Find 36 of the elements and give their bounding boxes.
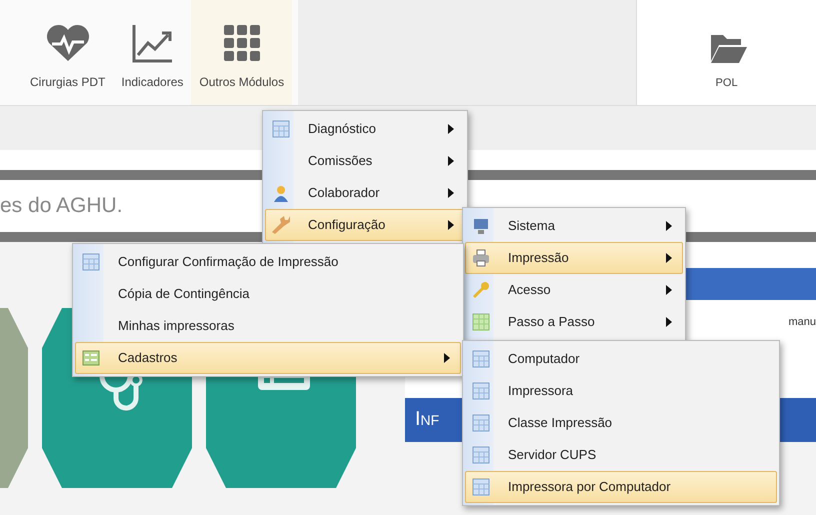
menu-item[interactable]: Impressora por Computador: [465, 471, 777, 503]
toolbar-button[interactable]: Indicadores: [113, 0, 192, 105]
menu-item[interactable]: Cadastros: [75, 342, 461, 374]
printer-icon: [472, 249, 490, 267]
table-icon: [472, 414, 490, 432]
menu-item[interactable]: Comissões: [265, 145, 465, 177]
table-icon: [82, 253, 100, 271]
menu-item[interactable]: Sistema: [465, 210, 683, 242]
notice-text: es do AGHU.: [0, 193, 123, 220]
table-icon: [472, 350, 490, 368]
menu-item[interactable]: Configuração: [265, 209, 465, 241]
table-icon: [272, 120, 290, 138]
table-icon: [472, 446, 490, 464]
menu-item[interactable]: Minhas impressoras: [75, 310, 461, 342]
toolbar-button[interactable]: Outros Módulos: [191, 0, 292, 105]
table-icon: [472, 382, 490, 400]
menu-item[interactable]: Passo a Passo: [465, 306, 683, 338]
menu-item[interactable]: Impressão: [465, 242, 683, 274]
table-icon: [472, 478, 490, 496]
menu-item[interactable]: Diagnóstico: [265, 113, 465, 145]
menu-item[interactable]: Configurar Confirmação de Impressão: [75, 246, 461, 278]
menu-item[interactable]: Classe Impressão: [465, 407, 777, 439]
menu-item[interactable]: Acesso: [465, 274, 683, 306]
wrench-icon: [272, 216, 290, 234]
form-icon: [82, 349, 100, 367]
partial-text: manu: [788, 316, 816, 328]
key-icon: [472, 281, 490, 299]
toolbar-button[interactable]: Cirurgias PDT: [22, 0, 114, 105]
menu-item[interactable]: Computador: [465, 343, 777, 375]
spreadsheet-icon: [472, 313, 490, 331]
monitor-icon: [472, 217, 490, 235]
pol-tab[interactable]: POL: [636, 0, 816, 105]
menu-item[interactable]: Colaborador: [265, 177, 465, 209]
menu-item[interactable]: Servidor CUPS: [465, 439, 777, 471]
menu-item[interactable]: Cópia de Contingência: [75, 278, 461, 310]
person-icon: [272, 184, 290, 202]
